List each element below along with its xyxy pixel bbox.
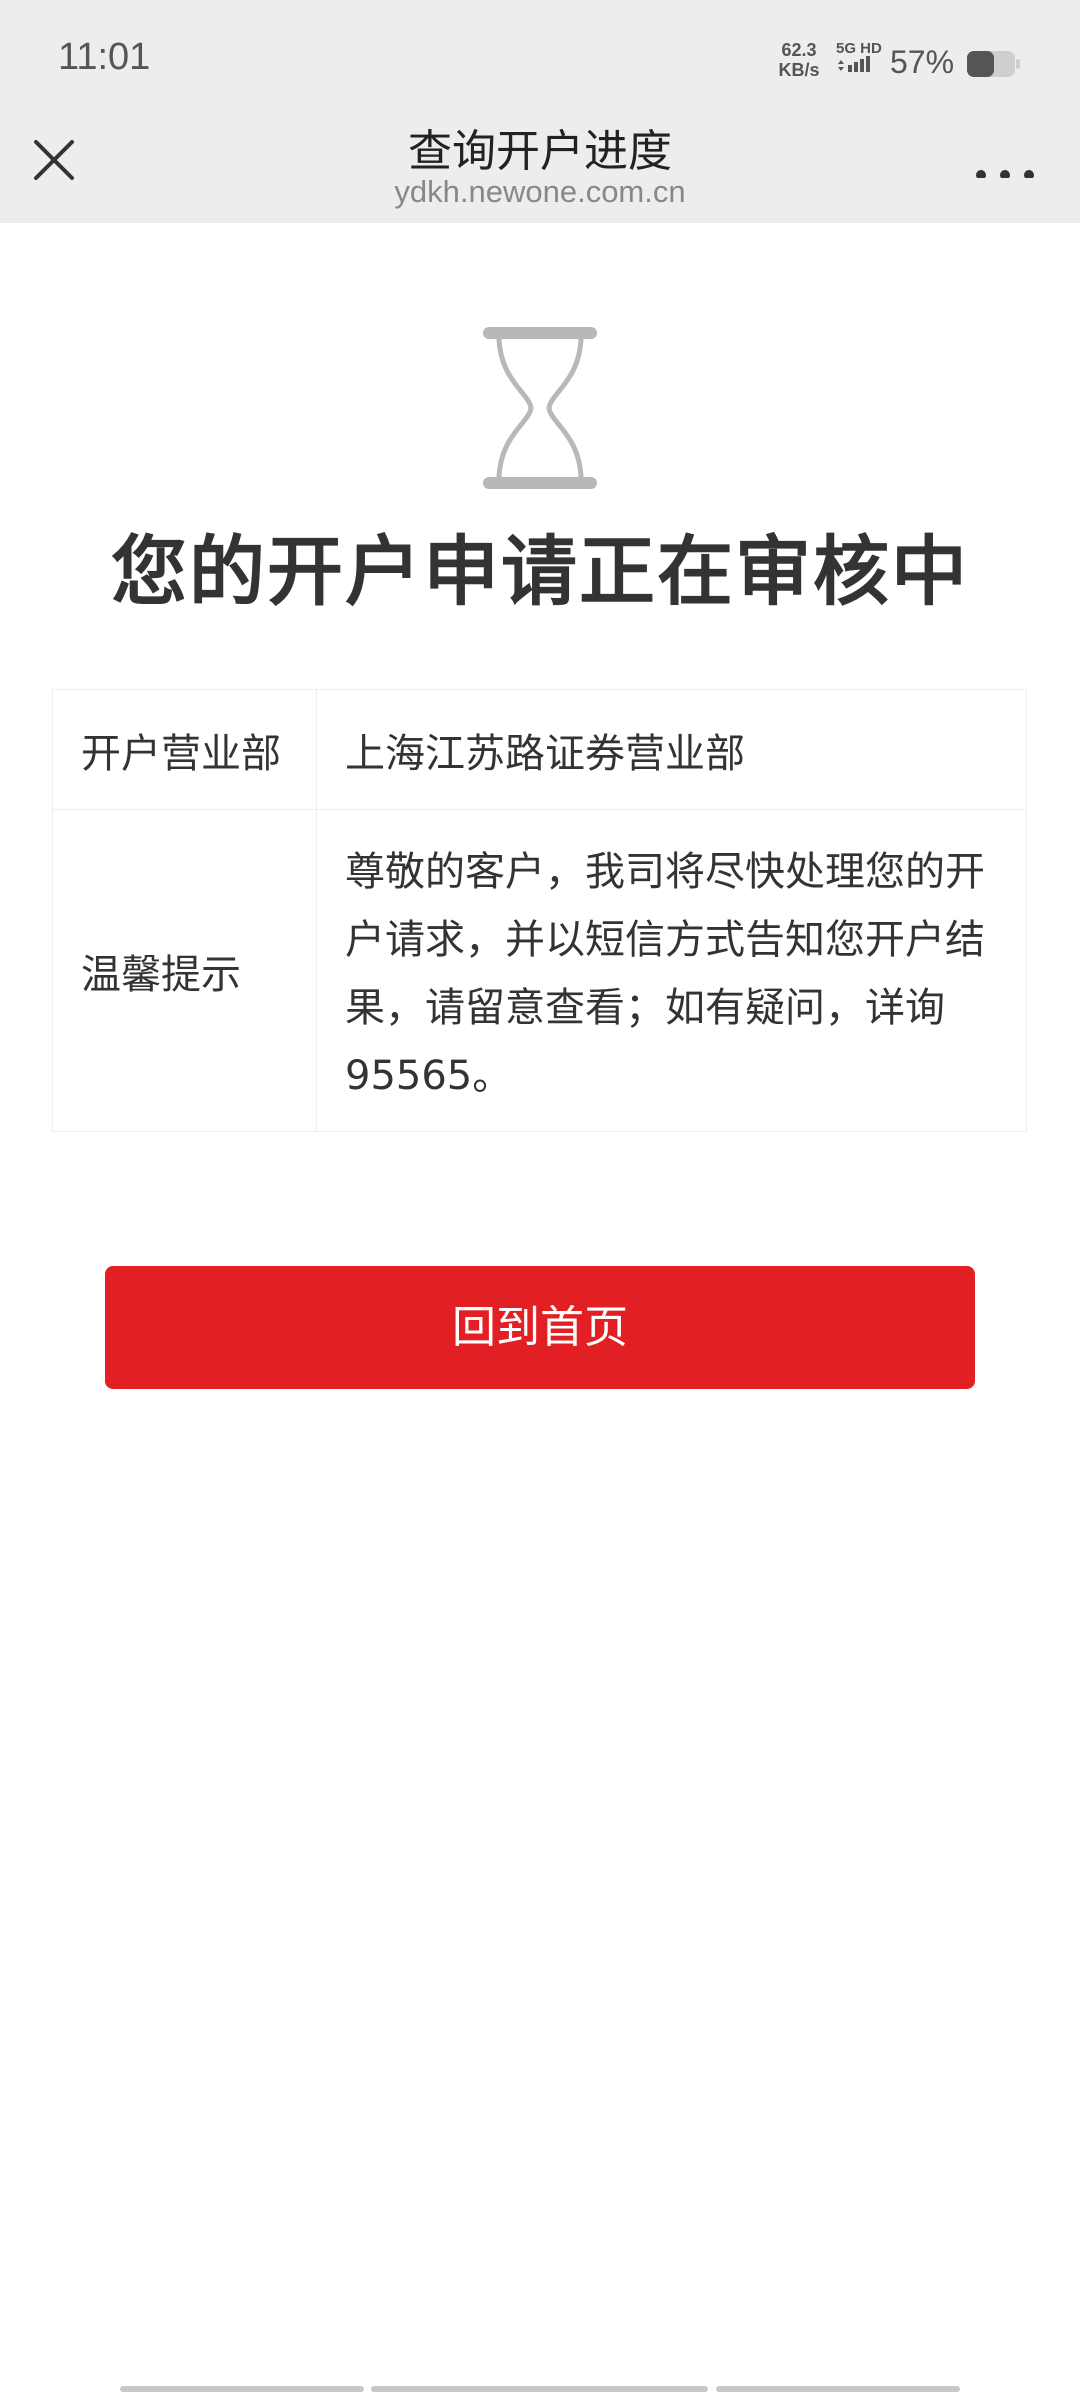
tip-cell: 尊敬的客户，我司将尽快处理您的开户请求，并以短信方式告知您开户结果，请留意查看；… [316, 809, 1027, 1132]
tab-indicator-right [716, 2386, 960, 2392]
battery-icon [967, 51, 1020, 77]
account-info-table: 开户营业部 上海江苏路证券营业部 温馨提示 尊敬的客户，我司将尽快处理您的开户请… [52, 689, 1027, 1132]
status-bar: 11:01 62.3 KB/s 5G HD 57% [0, 0, 1080, 120]
table-row: 开户营业部 上海江苏路证券营业部 [52, 689, 1027, 810]
more-options-button[interactable] [970, 138, 1040, 180]
close-icon [34, 140, 74, 180]
nav-bar: 查询开户进度 ydkh.newone.com.cn [0, 120, 1080, 223]
tip-label: 温馨提示 [52, 809, 317, 1132]
back-to-home-button[interactable]: 回到首页 [105, 1266, 975, 1389]
signal-indicator: 5G HD [834, 40, 884, 80]
network-speed-unit: KB/s [778, 60, 820, 80]
branch-label: 开户营业部 [52, 689, 317, 810]
tab-indicator-center [371, 2386, 708, 2392]
status-time: 11:01 [58, 36, 151, 78]
tip-value: 尊敬的客户，我司将尽快处理您的开户请求，并以短信方式告知您开户结果，请留意查看；… [345, 848, 985, 1099]
tab-indicator-left [120, 2386, 364, 2392]
close-button[interactable] [24, 130, 84, 190]
more-dots-icon [976, 170, 1034, 180]
bottom-tab-indicators [0, 2386, 1080, 2394]
page-url: ydkh.newone.com.cn [394, 174, 686, 209]
network-speed-value: 62.3 [781, 40, 817, 60]
battery-percent: 57% [890, 44, 955, 80]
branch-value: 上海江苏路证券营业部 [316, 689, 1027, 810]
hourglass-icon [483, 327, 597, 489]
network-speed: 62.3 KB/s [772, 40, 826, 80]
signal-bars-icon [838, 56, 870, 72]
table-row: 温馨提示 尊敬的客户，我司将尽快处理您的开户请求，并以短信方式告知您开户结果，请… [52, 809, 1027, 1132]
status-headline: 您的开户申请正在审核中 [111, 527, 969, 616]
